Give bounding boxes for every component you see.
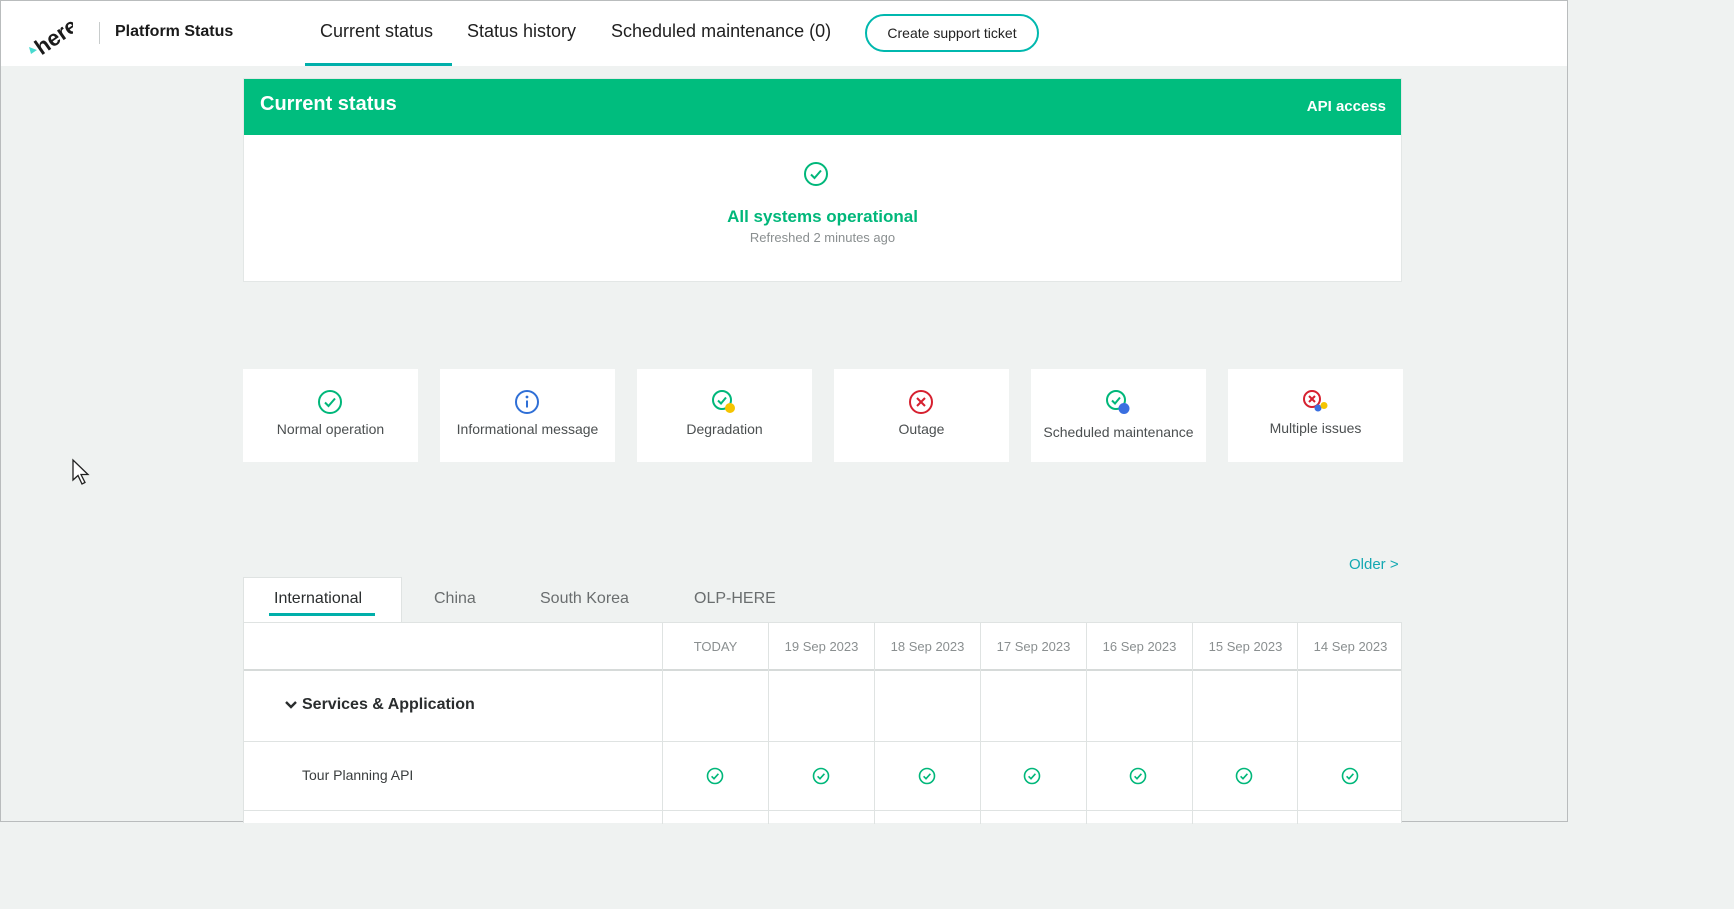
column-header: 19 Sep 2023 bbox=[768, 623, 874, 669]
row-divider bbox=[244, 810, 1401, 811]
tab-china[interactable]: China bbox=[434, 590, 476, 608]
column-divider bbox=[768, 669, 769, 824]
top-header: here Platform Status Current status Stat… bbox=[1, 1, 1567, 66]
group-services-application[interactable]: Services & Application bbox=[302, 696, 475, 714]
legend-multiple-issues: Multiple issues bbox=[1228, 369, 1403, 462]
create-support-ticket-button[interactable]: Create support ticket bbox=[865, 14, 1039, 52]
column-header: 15 Sep 2023 bbox=[1192, 623, 1298, 669]
check-circle-icon bbox=[812, 767, 830, 785]
column-divider bbox=[1086, 669, 1087, 824]
tab-international[interactable]: International bbox=[274, 590, 362, 608]
status-banner: Current status API access bbox=[244, 79, 1401, 135]
tab-current-status[interactable]: Current status bbox=[320, 21, 433, 42]
degradation-icon bbox=[712, 390, 735, 413]
check-circle-icon bbox=[918, 767, 936, 785]
legend-label: Scheduled maintenance bbox=[1043, 424, 1194, 440]
check-circle-icon bbox=[1235, 767, 1253, 785]
status-message: All systems operational bbox=[727, 207, 918, 226]
row-divider bbox=[244, 741, 1401, 742]
legend-degradation: Degradation bbox=[637, 369, 812, 462]
tab-scheduled-maintenance[interactable]: Scheduled maintenance (0) bbox=[611, 21, 831, 42]
check-circle-icon bbox=[318, 390, 342, 414]
legend-normal-operation: Normal operation bbox=[243, 369, 418, 462]
multiple-issues-icon bbox=[1303, 390, 1328, 412]
api-access-link[interactable]: API access bbox=[1307, 98, 1386, 115]
column-divider bbox=[980, 669, 981, 824]
header-divider bbox=[244, 669, 1401, 671]
check-circle-icon bbox=[1129, 767, 1147, 785]
legend-label: Informational message bbox=[456, 421, 599, 437]
check-circle-icon bbox=[706, 767, 724, 785]
column-header: 16 Sep 2023 bbox=[1086, 623, 1192, 669]
legend-outage: Outage bbox=[834, 369, 1009, 462]
active-tab-indicator bbox=[305, 63, 452, 66]
legend-scheduled-maintenance: Scheduled maintenance bbox=[1031, 369, 1206, 462]
column-header: 18 Sep 2023 bbox=[874, 623, 980, 669]
column-divider bbox=[662, 669, 663, 824]
column-divider bbox=[1192, 669, 1193, 824]
status-panel-title: Current status bbox=[260, 93, 397, 115]
info-circle-icon bbox=[515, 390, 539, 414]
logo-divider bbox=[99, 22, 100, 44]
check-circle-icon bbox=[804, 162, 828, 186]
older-link[interactable]: Older > bbox=[1349, 556, 1399, 573]
here-logo[interactable]: here bbox=[27, 13, 73, 57]
tab-olp-here[interactable]: OLP-HERE bbox=[694, 590, 776, 608]
row-label-tour-planning-api[interactable]: Tour Planning API bbox=[302, 767, 413, 783]
platform-title: Platform Status bbox=[115, 23, 234, 40]
tab-south-korea[interactable]: South Korea bbox=[540, 590, 629, 608]
column-header: 14 Sep 2023 bbox=[1297, 623, 1403, 669]
maintenance-icon bbox=[1106, 390, 1130, 414]
legend-label: Outage bbox=[898, 421, 945, 437]
check-circle-icon bbox=[1341, 767, 1359, 785]
legend-label: Multiple issues bbox=[1269, 420, 1362, 436]
column-divider bbox=[874, 669, 875, 824]
tab-status-history[interactable]: Status history bbox=[467, 21, 576, 42]
current-status-panel: Current status API access All systems op… bbox=[243, 78, 1402, 282]
chevron-down-icon[interactable] bbox=[284, 699, 298, 711]
legend-label: Normal operation bbox=[276, 421, 385, 437]
refreshed-time: Refreshed 2 minutes ago bbox=[749, 230, 896, 245]
mouse-cursor-icon bbox=[72, 458, 90, 485]
legend-label: Degradation bbox=[686, 421, 763, 437]
status-table: TODAY 19 Sep 2023 18 Sep 2023 17 Sep 202… bbox=[243, 622, 1403, 824]
column-divider bbox=[1297, 669, 1298, 824]
outage-icon bbox=[909, 390, 933, 414]
legend-informational-message: Informational message bbox=[440, 369, 615, 462]
column-header: TODAY bbox=[662, 623, 768, 669]
region-active-indicator bbox=[269, 613, 375, 616]
check-circle-icon bbox=[1023, 767, 1041, 785]
column-header: 17 Sep 2023 bbox=[980, 623, 1086, 669]
